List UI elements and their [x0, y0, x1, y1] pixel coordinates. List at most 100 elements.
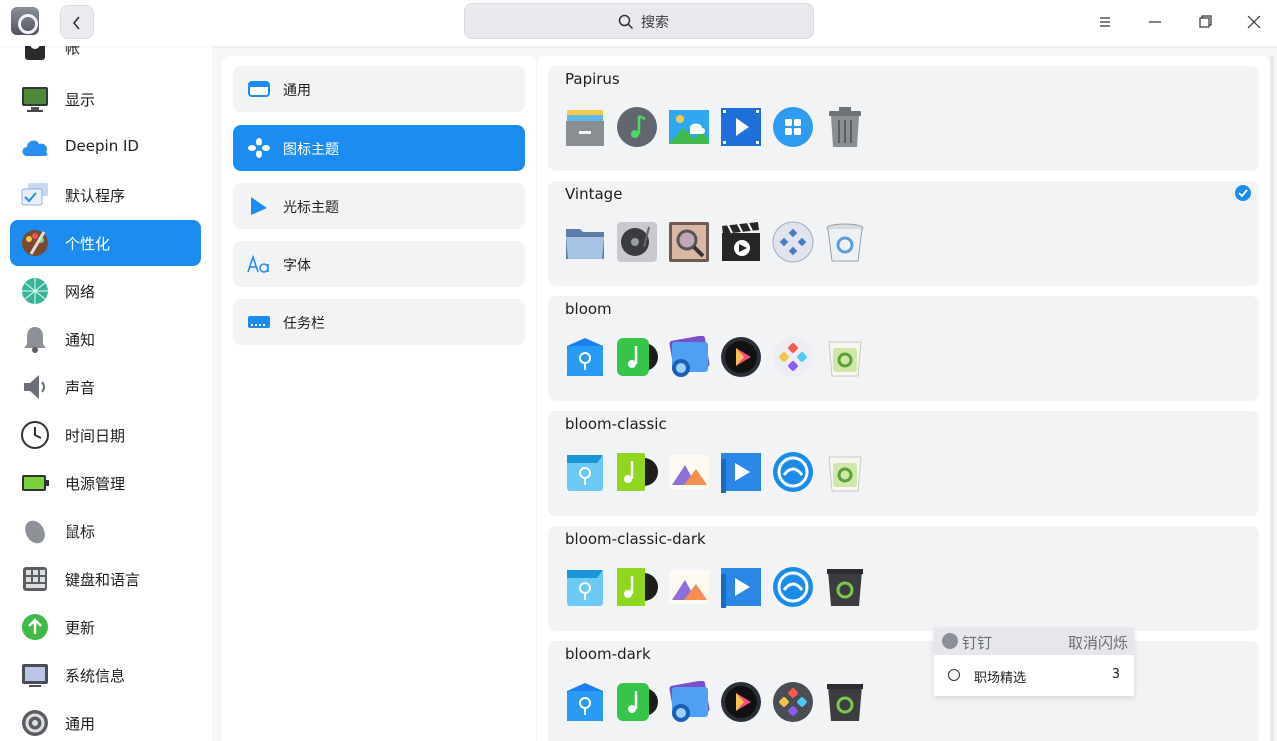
- theme-card-bloom-classic[interactable]: bloom-classic: [548, 411, 1259, 516]
- recycle-bin-dark-icon: [827, 569, 863, 606]
- popup-header: 钉钉 取消闪烁: [934, 628, 1134, 655]
- sidebar-item-update[interactable]: 更新: [10, 604, 201, 650]
- image-viewer-icon: [669, 110, 709, 144]
- sidebar-item-general[interactable]: 通用: [10, 700, 201, 741]
- cursor-icon: [251, 197, 267, 215]
- network-icon: [22, 278, 48, 304]
- theme-name: bloom-dark: [565, 645, 651, 663]
- popup-title: 钉钉: [962, 634, 993, 652]
- icon-theme-list: Papirus Vintage bloom bloom-classic bloo…: [537, 56, 1270, 741]
- bell-icon: [24, 327, 46, 353]
- chevron-left-icon: [72, 16, 80, 30]
- hamburger-menu-icon: [1100, 17, 1110, 27]
- image-viewer-icon: [669, 570, 709, 604]
- theme-name: bloom-classic-dark: [565, 530, 706, 548]
- file-manager-icon: [567, 455, 603, 491]
- control-center-app-icon: [11, 7, 39, 35]
- video-player-icon: [721, 453, 761, 493]
- music-player-icon: [617, 568, 658, 606]
- speaker-icon: [24, 375, 45, 399]
- sidebar-item-datetime[interactable]: 时间日期: [10, 412, 201, 458]
- submenu-item-label: 字体: [283, 258, 311, 274]
- submenu-item-label: 通用: [283, 83, 311, 99]
- personalization-submenu: 通用 图标主题 光标主题 字体 任务栏: [222, 56, 536, 741]
- popup-message-row[interactable]: 职场精选 3: [934, 655, 1134, 696]
- theme-card-bloom[interactable]: bloom: [548, 296, 1259, 401]
- theme-card-bloom-classic-dark[interactable]: bloom-classic-dark: [548, 526, 1259, 631]
- launcher-icon: [773, 107, 813, 147]
- movie-player-icon: [721, 682, 761, 722]
- flower-icon: [248, 138, 270, 158]
- sidebar-item-label: Deepin ID: [65, 137, 139, 155]
- minimize-icon: [1149, 21, 1161, 23]
- search-placeholder: 搜索: [641, 15, 669, 31]
- trash-icon: [829, 107, 861, 147]
- sidebar-item-default-apps[interactable]: 默认程序: [10, 172, 201, 218]
- app-launcher-icon: [772, 221, 814, 263]
- menu-button[interactable]: [1091, 8, 1119, 36]
- theme-card-bloom-dark[interactable]: bloom-dark: [548, 641, 1259, 741]
- archive-icon: [566, 110, 604, 146]
- scrollbar[interactable]: [1270, 56, 1274, 741]
- theme-card-vintage[interactable]: Vintage: [548, 181, 1259, 286]
- sidebar-item-personalization[interactable]: 个性化: [10, 220, 201, 266]
- unread-count: 3: [1111, 667, 1120, 682]
- launcher-dark-icon: [773, 682, 813, 722]
- sidebar-item-notifications[interactable]: 通知: [10, 316, 201, 362]
- minimize-button[interactable]: [1141, 8, 1169, 36]
- sidebar-item-power[interactable]: 电源管理: [10, 460, 201, 506]
- cancel-flash-button[interactable]: 取消闪烁: [1068, 632, 1128, 653]
- mouse-icon: [25, 520, 45, 544]
- theme-card-papirus[interactable]: Papirus: [548, 66, 1259, 171]
- theme-name: Vintage: [565, 185, 623, 203]
- theme-name: Papirus: [565, 70, 620, 88]
- sidebar-item-display[interactable]: 显示: [10, 76, 201, 122]
- submenu-item-label: 图标主题: [283, 142, 339, 158]
- music-icon: [617, 107, 657, 147]
- video-player-icon: [721, 568, 761, 608]
- popup-item-label: 职场精选: [974, 671, 1027, 686]
- theme-name: bloom: [565, 300, 612, 318]
- sidebar-item-network[interactable]: 网络: [10, 268, 201, 314]
- sidebar-item-sound[interactable]: 声音: [10, 364, 201, 410]
- dingtalk-notification-popup: 钉钉 取消闪烁 职场精选 3: [934, 628, 1134, 696]
- font-icon: [247, 254, 269, 273]
- sidebar-item-label: 声音: [65, 379, 96, 397]
- close-icon: [1247, 15, 1261, 29]
- taskbar-icon: [248, 316, 270, 328]
- sidebar-item-label: 键盘和语言: [65, 571, 141, 589]
- sidebar-item-mouse[interactable]: 鼠标: [10, 508, 201, 554]
- close-button[interactable]: [1240, 8, 1268, 36]
- launcher-icon: [773, 337, 813, 377]
- selected-check-icon: [1235, 185, 1251, 201]
- back-button[interactable]: [60, 5, 94, 39]
- folder-icon: [566, 229, 604, 259]
- cloud-icon: [22, 140, 48, 156]
- sidebar-item-system-info[interactable]: 系统信息: [10, 652, 201, 698]
- sidebar-item-label: 电源管理: [65, 475, 126, 493]
- submenu-item-font[interactable]: 字体: [233, 241, 525, 287]
- submenu-item-icon-theme[interactable]: 图标主题: [233, 125, 525, 171]
- submenu-item-cursor-theme[interactable]: 光标主题: [233, 183, 525, 229]
- sidebar-item-deepin-id[interactable]: Deepin ID: [10, 124, 201, 170]
- submenu-item-taskbar[interactable]: 任务栏: [233, 299, 525, 345]
- update-icon: [22, 614, 48, 640]
- submenu-item-label: 任务栏: [283, 316, 325, 332]
- maximize-icon: [1199, 15, 1212, 28]
- sidebar-item-label: 鼠标: [65, 523, 96, 541]
- accounts-icon: [25, 46, 45, 60]
- music-player-icon: [617, 453, 658, 491]
- display-icon: [22, 87, 48, 112]
- file-manager-icon: [567, 683, 603, 721]
- file-manager-icon: [567, 570, 603, 606]
- submenu-item-general[interactable]: 通用: [233, 66, 525, 112]
- sidebar-item-label: 默认程序: [65, 187, 126, 205]
- search-input[interactable]: 搜索: [464, 3, 814, 39]
- recycle-bin-icon: [826, 223, 864, 262]
- window-icon: [248, 81, 270, 97]
- sidebar-item-keyboard[interactable]: 键盘和语言: [10, 556, 201, 602]
- sidebar-item-label: 显示: [65, 91, 96, 109]
- sidebar-item-accounts[interactable]: 帐: [10, 46, 201, 70]
- maximize-button[interactable]: [1191, 8, 1219, 36]
- file-manager-icon: [567, 338, 603, 376]
